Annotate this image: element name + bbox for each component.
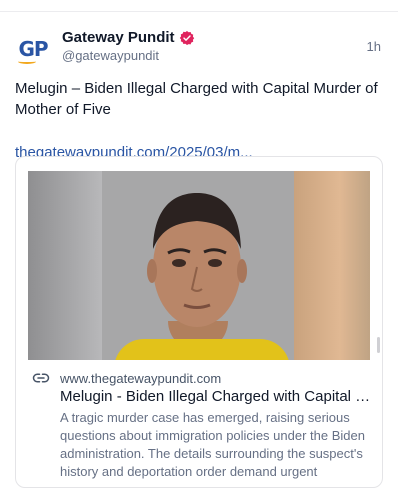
post-text: Melugin – Biden Illegal Charged with Cap… xyxy=(15,80,378,118)
link-domain: www.thegatewaypundit.com xyxy=(60,370,222,386)
verified-badge-icon xyxy=(179,30,194,45)
link-title[interactable]: Melugin - Biden Illegal Charged with Cap… xyxy=(60,388,372,405)
post-timestamp[interactable]: 1h xyxy=(367,39,381,54)
image-background-right xyxy=(294,171,370,360)
link-preview-card[interactable]: www.thegatewaypundit.com Melugin - Biden… xyxy=(15,156,383,488)
avatar-logo-text: GP xyxy=(18,37,48,61)
link-preview-body: www.thegatewaypundit.com Melugin - Biden… xyxy=(28,369,372,481)
portrait-face xyxy=(147,193,247,327)
top-divider xyxy=(0,0,398,12)
post-header: GP Gateway Pundit @gatewaypundit 1h xyxy=(15,13,383,73)
link-description: A tragic murder case has emerged, raisin… xyxy=(60,410,365,479)
name-row: Gateway Pundit xyxy=(62,29,195,46)
author-handle[interactable]: @gatewaypundit xyxy=(62,48,195,63)
author-name[interactable]: Gateway Pundit xyxy=(62,29,175,46)
link-icon xyxy=(32,373,50,383)
image-background-left xyxy=(28,171,102,360)
link-preview-image[interactable] xyxy=(28,171,370,360)
post[interactable]: GP Gateway Pundit @gatewaypundit 1h Melu… xyxy=(0,13,398,161)
card-scroll-indicator[interactable] xyxy=(377,337,380,353)
image-shirt xyxy=(114,339,290,360)
link-url-row: www.thegatewaypundit.com xyxy=(28,369,372,387)
author-block: Gateway Pundit @gatewaypundit xyxy=(62,29,195,63)
avatar-swoosh xyxy=(18,59,36,64)
avatar[interactable]: GP xyxy=(15,31,51,67)
